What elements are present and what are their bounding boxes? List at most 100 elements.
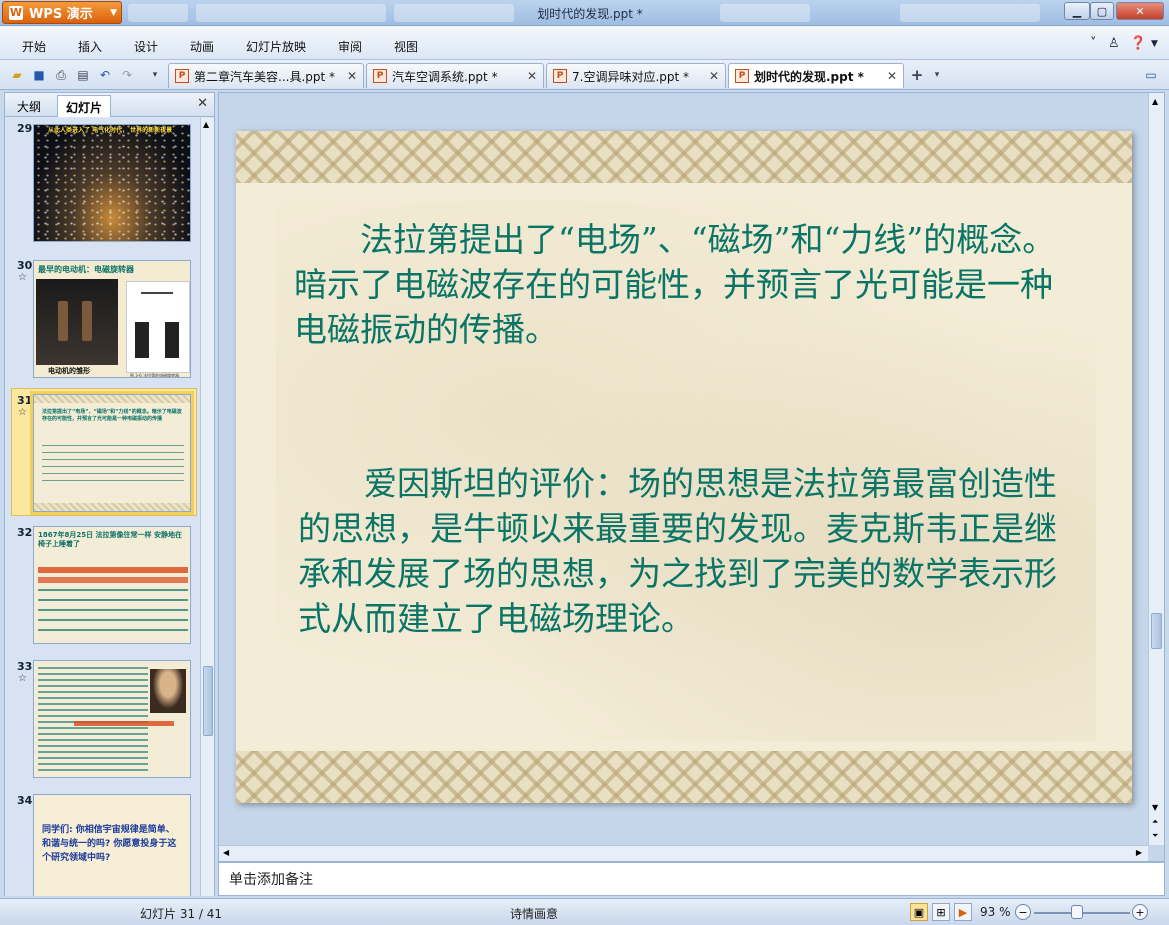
print-preview-icon[interactable]: ▤: [74, 66, 92, 84]
thumb-caption: 最早的电动机：电磁旋转器: [38, 265, 134, 274]
panel-scrollbar[interactable]: ▲: [200, 118, 214, 896]
doc-tab-4[interactable]: P 划时代的发现.ppt * ✕: [728, 63, 904, 88]
ppt-file-icon: P: [553, 69, 567, 83]
slide-paragraph-1[interactable]: 法拉第提出了“电场”、“磁场”和“力线”的概念。暗示了电磁波存在的可能性，并预言…: [294, 217, 1084, 352]
zoom-in-icon[interactable]: +: [1132, 904, 1148, 920]
print-icon[interactable]: ⎙: [52, 66, 70, 84]
redo-icon[interactable]: ↷: [118, 66, 136, 84]
slide-horizontal-scrollbar[interactable]: ◀ ▶: [219, 845, 1148, 861]
slide-editor: 法拉第提出了“电场”、“磁场”和“力线”的概念。暗示了电磁波存在的可能性，并预言…: [218, 92, 1165, 862]
menu-bar: 开始 插入 设计 动画 幻灯片放映 审阅 视图 ˅ ♙ ❓ ▼: [0, 26, 1169, 60]
thumb-caption: 1867年8月25日 法拉第像往常一样 安静地在椅子上睡着了: [38, 531, 182, 548]
slide-number: 34: [17, 794, 33, 807]
slide-thumbnail-31[interactable]: 法拉第提出了“电场”、“磁场”和“力线”的概念。暗示了电磁波存在的可能性，并预言…: [30, 391, 194, 515]
slide-thumbnail-34[interactable]: 同学们: 你相信宇宙规律是简单、和谐与统一的吗? 你愿意投身于这个研究领域中吗?: [33, 794, 191, 896]
thumb-subcaption: 电动机的雏形: [48, 367, 90, 375]
close-panel-icon[interactable]: ✕: [197, 96, 208, 111]
slide-vertical-scrollbar[interactable]: ▲ ▼ ⏶ ⏷: [1148, 93, 1164, 845]
menu-review[interactable]: 审阅: [338, 38, 362, 55]
slide-thumbnail-32[interactable]: 1867年8月25日 法拉第像往常一样 安静地在椅子上睡着了: [33, 526, 191, 644]
notes-pane[interactable]: 单击添加备注: [218, 862, 1165, 896]
status-bar: 幻灯片 31 / 41 诗情画意 ▣ ⊞ ▶ 93 % − +: [0, 898, 1169, 925]
menu-view[interactable]: 视图: [394, 38, 418, 55]
slide-number: 33: [17, 660, 33, 673]
diagram-figure: [126, 281, 190, 373]
customize-toolbar-icon[interactable]: ▾: [146, 66, 164, 84]
ppt-file-icon: P: [735, 69, 749, 83]
undo-icon[interactable]: ↶: [96, 66, 114, 84]
menu-home[interactable]: 开始: [22, 38, 46, 55]
quick-access-toolbar: ▰ ■ ⎙ ▤ ↶ ↷ ▾ P 第二章汽车美容...具.ppt * ✕ P 汽车…: [0, 60, 1169, 90]
close-button[interactable]: ✕: [1116, 2, 1164, 20]
scroll-thumb[interactable]: [1151, 613, 1162, 649]
scroll-up-icon[interactable]: ▲: [203, 120, 209, 129]
prev-slide-icon[interactable]: ⏶: [1152, 817, 1158, 827]
doc-tab-3[interactable]: P 7.空调异味对应.ppt * ✕: [546, 63, 726, 88]
maximize-button[interactable]: ▢: [1090, 2, 1114, 20]
slide-thumbnail-30[interactable]: 最早的电动机：电磁旋转器 电动机的雏形 图 3-6 法拉第的电磁旋转器: [33, 260, 191, 378]
thumb-red-line: [38, 567, 188, 573]
help-dropdown-icon[interactable]: ▼: [1151, 39, 1158, 49]
slide-number: 32: [17, 526, 33, 539]
slideshow-view-icon[interactable]: ▶: [954, 903, 972, 921]
scroll-up-icon[interactable]: ▲: [1152, 97, 1158, 106]
normal-view-icon[interactable]: ▣: [910, 903, 928, 921]
thumb-text-lines: [38, 589, 188, 637]
ppt-file-icon: P: [373, 69, 387, 83]
doc-tab-1[interactable]: P 第二章汽车美容...具.ppt * ✕: [168, 63, 364, 88]
close-tab-icon[interactable]: ✕: [887, 69, 897, 83]
tab-panel-icon[interactable]: ▭: [1142, 66, 1160, 84]
close-tab-icon[interactable]: ✕: [527, 69, 537, 83]
app-name: WPS 演示: [29, 7, 93, 22]
taskbar-ghost: [128, 4, 188, 22]
current-slide[interactable]: 法拉第提出了“电场”、“磁场”和“力线”的概念。暗示了电磁波存在的可能性，并预言…: [236, 131, 1132, 803]
thumb-caption: 同学们: 你相信宇宙规律是简单、和谐与统一的吗? 你愿意投身于这个研究领域中吗?: [42, 825, 177, 863]
thumb-red-line: [74, 721, 174, 726]
window-title: 划时代的发现.ppt *: [537, 7, 643, 21]
menu-insert[interactable]: 插入: [78, 38, 102, 55]
beaker-left: [58, 301, 68, 341]
thumbnail-list: 29 从此人类进入了 电气化时代， 世界的新新夜景 30 ☆ 最早的电动机：电磁…: [5, 118, 200, 896]
slide-thumbnail-33[interactable]: [33, 660, 191, 778]
doc-tab-label: 第二章汽车美容...具.ppt *: [194, 69, 336, 84]
app-menu-button[interactable]: W WPS 演示 ▼: [2, 1, 122, 24]
close-tab-icon[interactable]: ✕: [347, 69, 357, 83]
menu-design[interactable]: 设计: [134, 38, 158, 55]
doc-tab-2[interactable]: P 汽车空调系统.ppt * ✕: [366, 63, 544, 88]
scroll-down-icon[interactable]: ▼: [1152, 803, 1158, 812]
theme-name: 诗情画意: [510, 907, 559, 921]
skin-icon[interactable]: ♙: [1108, 36, 1120, 51]
close-tab-icon[interactable]: ✕: [709, 69, 719, 83]
next-slide-icon[interactable]: ⏷: [1152, 831, 1158, 841]
thumb-text-lines: [38, 667, 148, 771]
thumb-text-lines: [42, 445, 184, 483]
thumb-border-bottom: [34, 503, 190, 511]
title-bar: W WPS 演示 ▼ 划时代的发现.ppt * ▁ ▢ ✕: [0, 0, 1169, 26]
thumb-red-line: [38, 577, 188, 583]
zoom-slider-knob[interactable]: [1071, 905, 1084, 919]
slide-sorter-icon[interactable]: ⊞: [932, 903, 950, 921]
slide-thumbnail-29[interactable]: 从此人类进入了 电气化时代， 世界的新新夜景: [33, 124, 191, 242]
beaker-right: [82, 301, 92, 341]
help-icon[interactable]: ❓: [1130, 36, 1146, 51]
taskbar-ghost: [720, 4, 810, 22]
collapse-icon[interactable]: ˅: [1090, 36, 1097, 51]
portrait-image: [150, 669, 186, 713]
scroll-right-icon[interactable]: ▶: [1136, 848, 1142, 857]
menu-animation[interactable]: 动画: [190, 38, 214, 55]
tab-list-icon[interactable]: ▾: [928, 66, 946, 84]
zoom-out-icon[interactable]: −: [1015, 904, 1031, 920]
scroll-thumb[interactable]: [203, 666, 213, 736]
diagram-cup-right: [165, 322, 179, 358]
slide-paragraph-2[interactable]: 爱因斯坦的评价：场的思想是法拉第最富创造性的思想，是牛顿以来最重要的发现。麦克斯…: [298, 461, 1088, 641]
tab-slides[interactable]: 幻灯片: [57, 95, 112, 117]
tab-outline[interactable]: 大纲: [9, 95, 49, 117]
slides-panel: 大纲 幻灯片 ✕ 29 从此人类进入了 电气化时代， 世界的新新夜景 30 ☆ …: [4, 92, 215, 896]
save-icon[interactable]: ■: [30, 66, 48, 84]
menu-slideshow[interactable]: 幻灯片放映: [246, 38, 306, 55]
new-tab-icon[interactable]: +: [908, 66, 926, 84]
open-folder-icon[interactable]: ▰: [8, 66, 26, 84]
scroll-left-icon[interactable]: ◀: [223, 848, 229, 857]
minimize-button[interactable]: ▁: [1064, 2, 1090, 20]
slide-number: 31: [17, 394, 33, 407]
